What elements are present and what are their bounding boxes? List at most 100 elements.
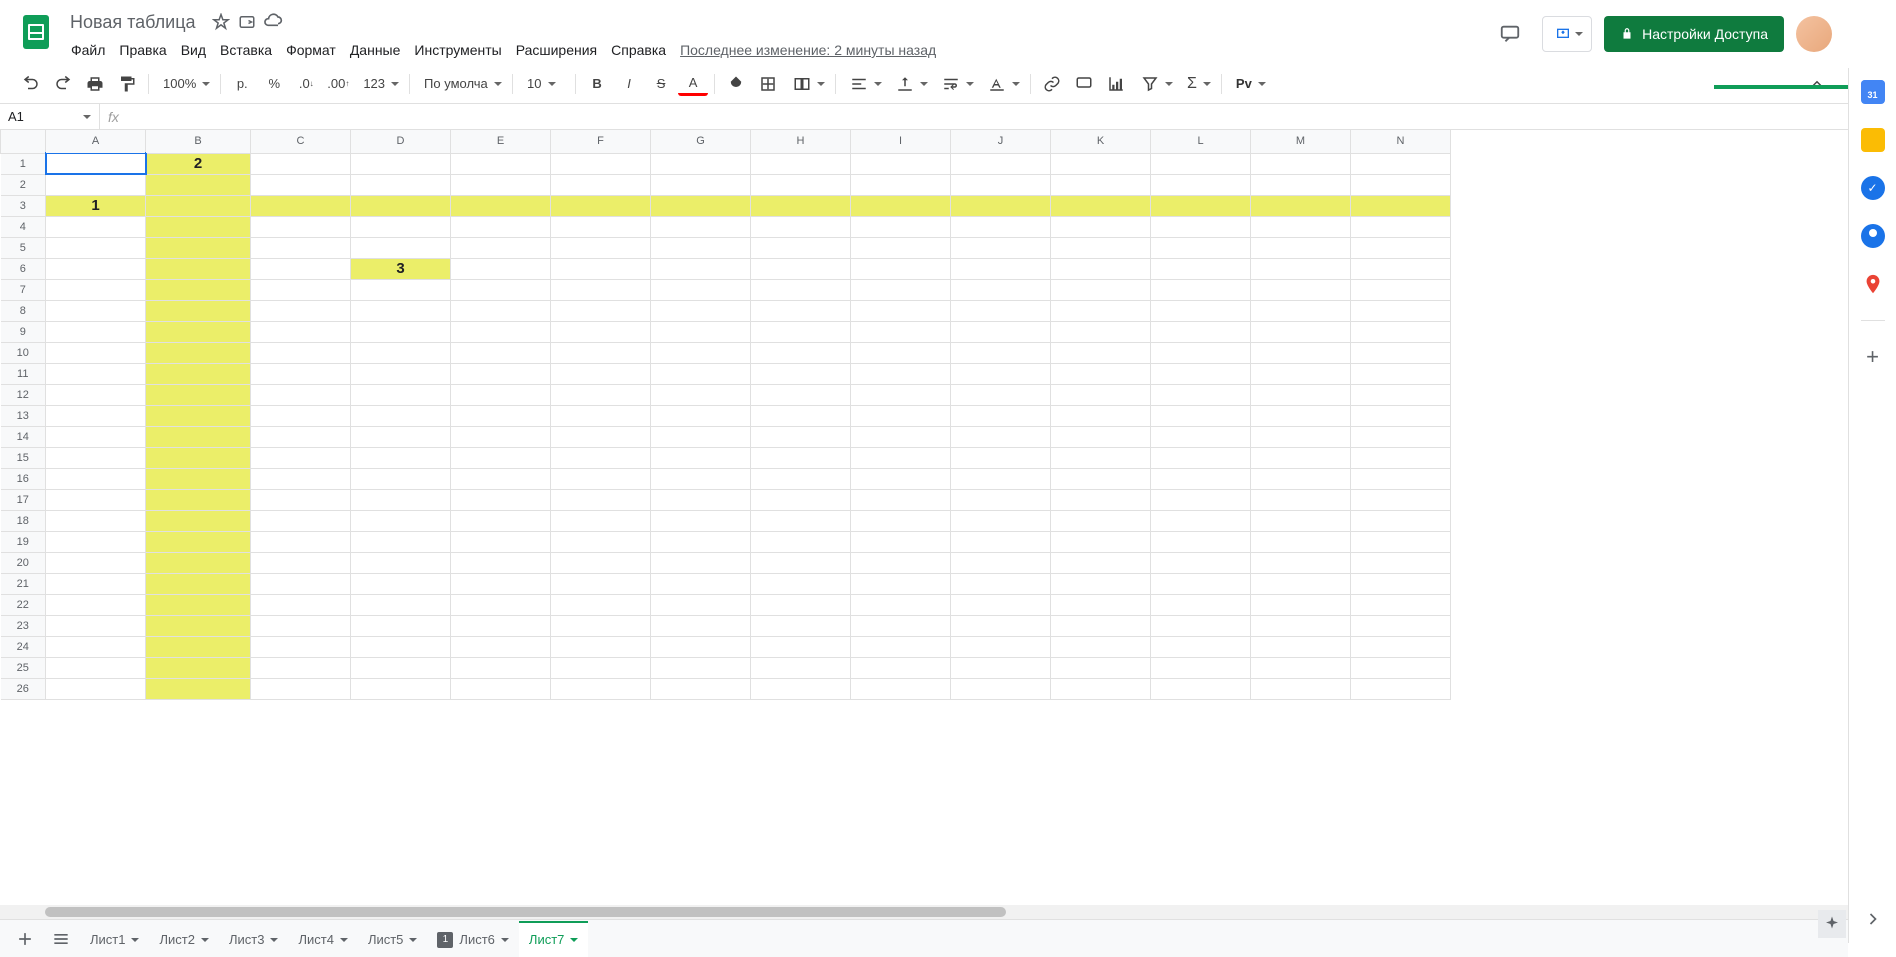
cell-N2[interactable] [1351, 174, 1451, 195]
cell-B17[interactable] [146, 489, 251, 510]
cell-M6[interactable] [1251, 258, 1351, 279]
sheet-tab-4[interactable]: Лист4 [288, 921, 357, 957]
insert-comment-button[interactable] [1069, 70, 1099, 98]
column-header-A[interactable]: A [46, 130, 146, 153]
cell-N16[interactable] [1351, 468, 1451, 489]
cell-F26[interactable] [551, 678, 651, 699]
cell-A23[interactable] [46, 615, 146, 636]
grid-scroll-area[interactable]: ABCDEFGHIJKLMN12231456378910111213141516… [0, 130, 1848, 905]
cell-B10[interactable] [146, 342, 251, 363]
star-icon[interactable] [208, 9, 234, 35]
cell-G13[interactable] [651, 405, 751, 426]
cell-F10[interactable] [551, 342, 651, 363]
cell-F7[interactable] [551, 279, 651, 300]
sheet-tab-7[interactable]: Лист7 [519, 921, 588, 957]
row-header-6[interactable]: 6 [1, 258, 46, 279]
cell-K15[interactable] [1051, 447, 1151, 468]
column-header-C[interactable]: C [251, 130, 351, 153]
cell-L4[interactable] [1151, 216, 1251, 237]
present-button[interactable] [1542, 16, 1592, 52]
cell-H2[interactable] [751, 174, 851, 195]
cell-N21[interactable] [1351, 573, 1451, 594]
cell-F23[interactable] [551, 615, 651, 636]
cell-N3[interactable] [1351, 195, 1451, 216]
menu-format[interactable]: Формат [279, 38, 343, 62]
cell-L1[interactable] [1151, 153, 1251, 174]
cell-A10[interactable] [46, 342, 146, 363]
comments-icon[interactable] [1490, 14, 1530, 54]
column-header-K[interactable]: K [1051, 130, 1151, 153]
cell-E20[interactable] [451, 552, 551, 573]
cell-N25[interactable] [1351, 657, 1451, 678]
cell-J12[interactable] [951, 384, 1051, 405]
cell-N9[interactable] [1351, 321, 1451, 342]
cell-D5[interactable] [351, 237, 451, 258]
cell-E21[interactable] [451, 573, 551, 594]
cell-A20[interactable] [46, 552, 146, 573]
select-all-corner[interactable] [1, 130, 46, 153]
cell-N11[interactable] [1351, 363, 1451, 384]
cell-C13[interactable] [251, 405, 351, 426]
cell-K9[interactable] [1051, 321, 1151, 342]
cell-D22[interactable] [351, 594, 451, 615]
cell-L26[interactable] [1151, 678, 1251, 699]
cell-E11[interactable] [451, 363, 551, 384]
cell-M24[interactable] [1251, 636, 1351, 657]
cell-H23[interactable] [751, 615, 851, 636]
calendar-icon[interactable]: 31 [1861, 80, 1885, 104]
cell-L7[interactable] [1151, 279, 1251, 300]
cell-D12[interactable] [351, 384, 451, 405]
cell-D23[interactable] [351, 615, 451, 636]
cell-L21[interactable] [1151, 573, 1251, 594]
cell-J14[interactable] [951, 426, 1051, 447]
text-rotation-button[interactable] [980, 71, 1024, 97]
cell-G11[interactable] [651, 363, 751, 384]
cell-K12[interactable] [1051, 384, 1151, 405]
cell-D2[interactable] [351, 174, 451, 195]
cell-H1[interactable] [751, 153, 851, 174]
cell-E16[interactable] [451, 468, 551, 489]
undo-icon[interactable] [16, 70, 46, 98]
cell-D15[interactable] [351, 447, 451, 468]
cell-L6[interactable] [1151, 258, 1251, 279]
cell-K23[interactable] [1051, 615, 1151, 636]
cell-G26[interactable] [651, 678, 751, 699]
cell-M1[interactable] [1251, 153, 1351, 174]
cell-K21[interactable] [1051, 573, 1151, 594]
row-header-9[interactable]: 9 [1, 321, 46, 342]
cell-H11[interactable] [751, 363, 851, 384]
cell-H15[interactable] [751, 447, 851, 468]
cell-I7[interactable] [851, 279, 951, 300]
more-formats-button[interactable]: 123 [355, 71, 403, 97]
cell-A24[interactable] [46, 636, 146, 657]
cell-H24[interactable] [751, 636, 851, 657]
cell-D24[interactable] [351, 636, 451, 657]
cell-N24[interactable] [1351, 636, 1451, 657]
cell-I12[interactable] [851, 384, 951, 405]
cell-H16[interactable] [751, 468, 851, 489]
cell-G14[interactable] [651, 426, 751, 447]
cell-I21[interactable] [851, 573, 951, 594]
cell-F1[interactable] [551, 153, 651, 174]
sheet-tab-6[interactable]: 1Лист6 [427, 921, 518, 957]
cell-M16[interactable] [1251, 468, 1351, 489]
cell-C22[interactable] [251, 594, 351, 615]
cell-M17[interactable] [1251, 489, 1351, 510]
cell-F22[interactable] [551, 594, 651, 615]
contacts-icon[interactable] [1861, 224, 1885, 248]
cell-H19[interactable] [751, 531, 851, 552]
row-header-2[interactable]: 2 [1, 174, 46, 195]
cell-B13[interactable] [146, 405, 251, 426]
horizontal-align-button[interactable] [842, 71, 886, 97]
cell-C24[interactable] [251, 636, 351, 657]
vertical-align-button[interactable] [888, 71, 932, 97]
cell-C15[interactable] [251, 447, 351, 468]
cell-K22[interactable] [1051, 594, 1151, 615]
cell-G19[interactable] [651, 531, 751, 552]
cell-G10[interactable] [651, 342, 751, 363]
cell-G17[interactable] [651, 489, 751, 510]
cell-I5[interactable] [851, 237, 951, 258]
cell-J9[interactable] [951, 321, 1051, 342]
row-header-10[interactable]: 10 [1, 342, 46, 363]
cell-M19[interactable] [1251, 531, 1351, 552]
